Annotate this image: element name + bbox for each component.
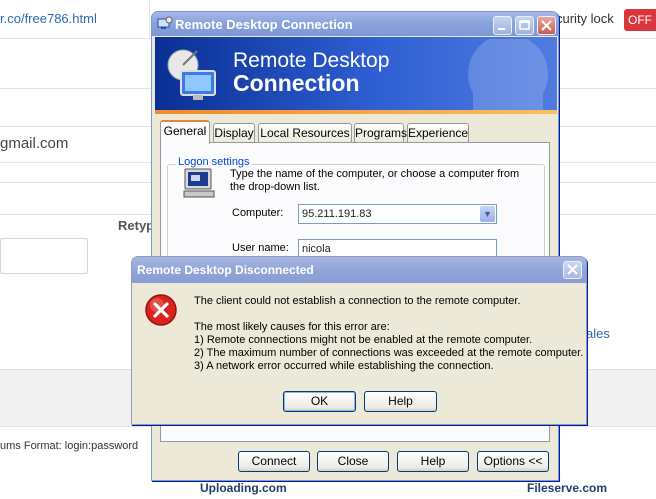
cause-item-2: 2) The maximum number of connections was… [194,347,584,359]
tab-general[interactable]: General [160,120,210,144]
footer-link-uploading[interactable]: Uploading.com [200,481,287,495]
format-hint: ums Format: login:password [0,440,138,452]
error-titlebar[interactable]: Remote Desktop Disconnected [132,257,586,283]
satellite-monitor-icon [163,43,225,108]
footer-link-fileserve[interactable]: Fileserve.com [527,481,607,495]
tab-programs[interactable]: Programs [354,123,407,143]
password-field[interactable] [0,238,88,274]
minimize-button[interactable] [493,16,512,35]
security-lock-toggle[interactable]: OFF [624,9,656,31]
banner-title-line2: Connection [233,70,360,96]
format-label: Format: login:password [23,440,139,452]
connect-button[interactable]: Connect [238,451,310,472]
maximize-button[interactable] [515,16,534,35]
username-value: nicola [302,243,331,255]
error-icon [144,293,178,330]
causes-heading: The most likely causes for this error ar… [194,321,390,333]
options-button[interactable]: Options << [477,451,549,472]
retype-password-label: Retyp [118,218,155,233]
rdc-title: Remote Desktop Connection [175,17,353,32]
email-value: gmail.com [0,135,69,152]
computer-label: Computer: [232,207,284,219]
error-close-button[interactable] [563,261,582,279]
tab-display[interactable]: Display [213,123,255,143]
error-message: The client could not establish a connect… [194,295,521,307]
error-help-button[interactable]: Help [364,391,437,412]
security-lock-label: curity lock [556,11,614,26]
chevron-down-icon[interactable]: ▼ [480,206,495,222]
error-title: Remote Desktop Disconnected [137,263,314,277]
ok-button[interactable]: OK [283,391,356,412]
disconnected-error-dialog: Remote Desktop Disconnected The client c… [131,256,587,425]
computer-combobox[interactable]: 95.211.191.83 ▼ [298,204,497,224]
close-window-button[interactable] [537,16,556,35]
close-button[interactable]: Close [317,451,389,472]
logon-instructions: Type the name of the computer, or choose… [230,168,520,193]
satellite-watermark-icon [453,37,557,110]
tab-local-resources[interactable]: Local Resources [258,123,352,143]
url-link[interactable]: r.co/free786.html [0,11,97,26]
tab-experience[interactable]: Experience [407,123,469,143]
help-button[interactable]: Help [397,451,469,472]
cause-item-1: 1) Remote connections might not be enabl… [194,334,533,346]
rdc-app-icon [157,16,173,35]
banner-accent-stripe [155,110,557,114]
cause-item-3: 3) A network error occurred while establ… [194,360,494,372]
format-prefix: ums [0,440,21,452]
ales-link[interactable]: ales [586,326,610,341]
computer-icon [182,167,216,202]
computer-value: 95.211.191.83 [302,208,372,220]
rdc-banner: Remote Desktop Connection [155,37,557,110]
rdc-titlebar[interactable]: Remote Desktop Connection [152,12,558,36]
username-label: User name: [232,242,289,254]
